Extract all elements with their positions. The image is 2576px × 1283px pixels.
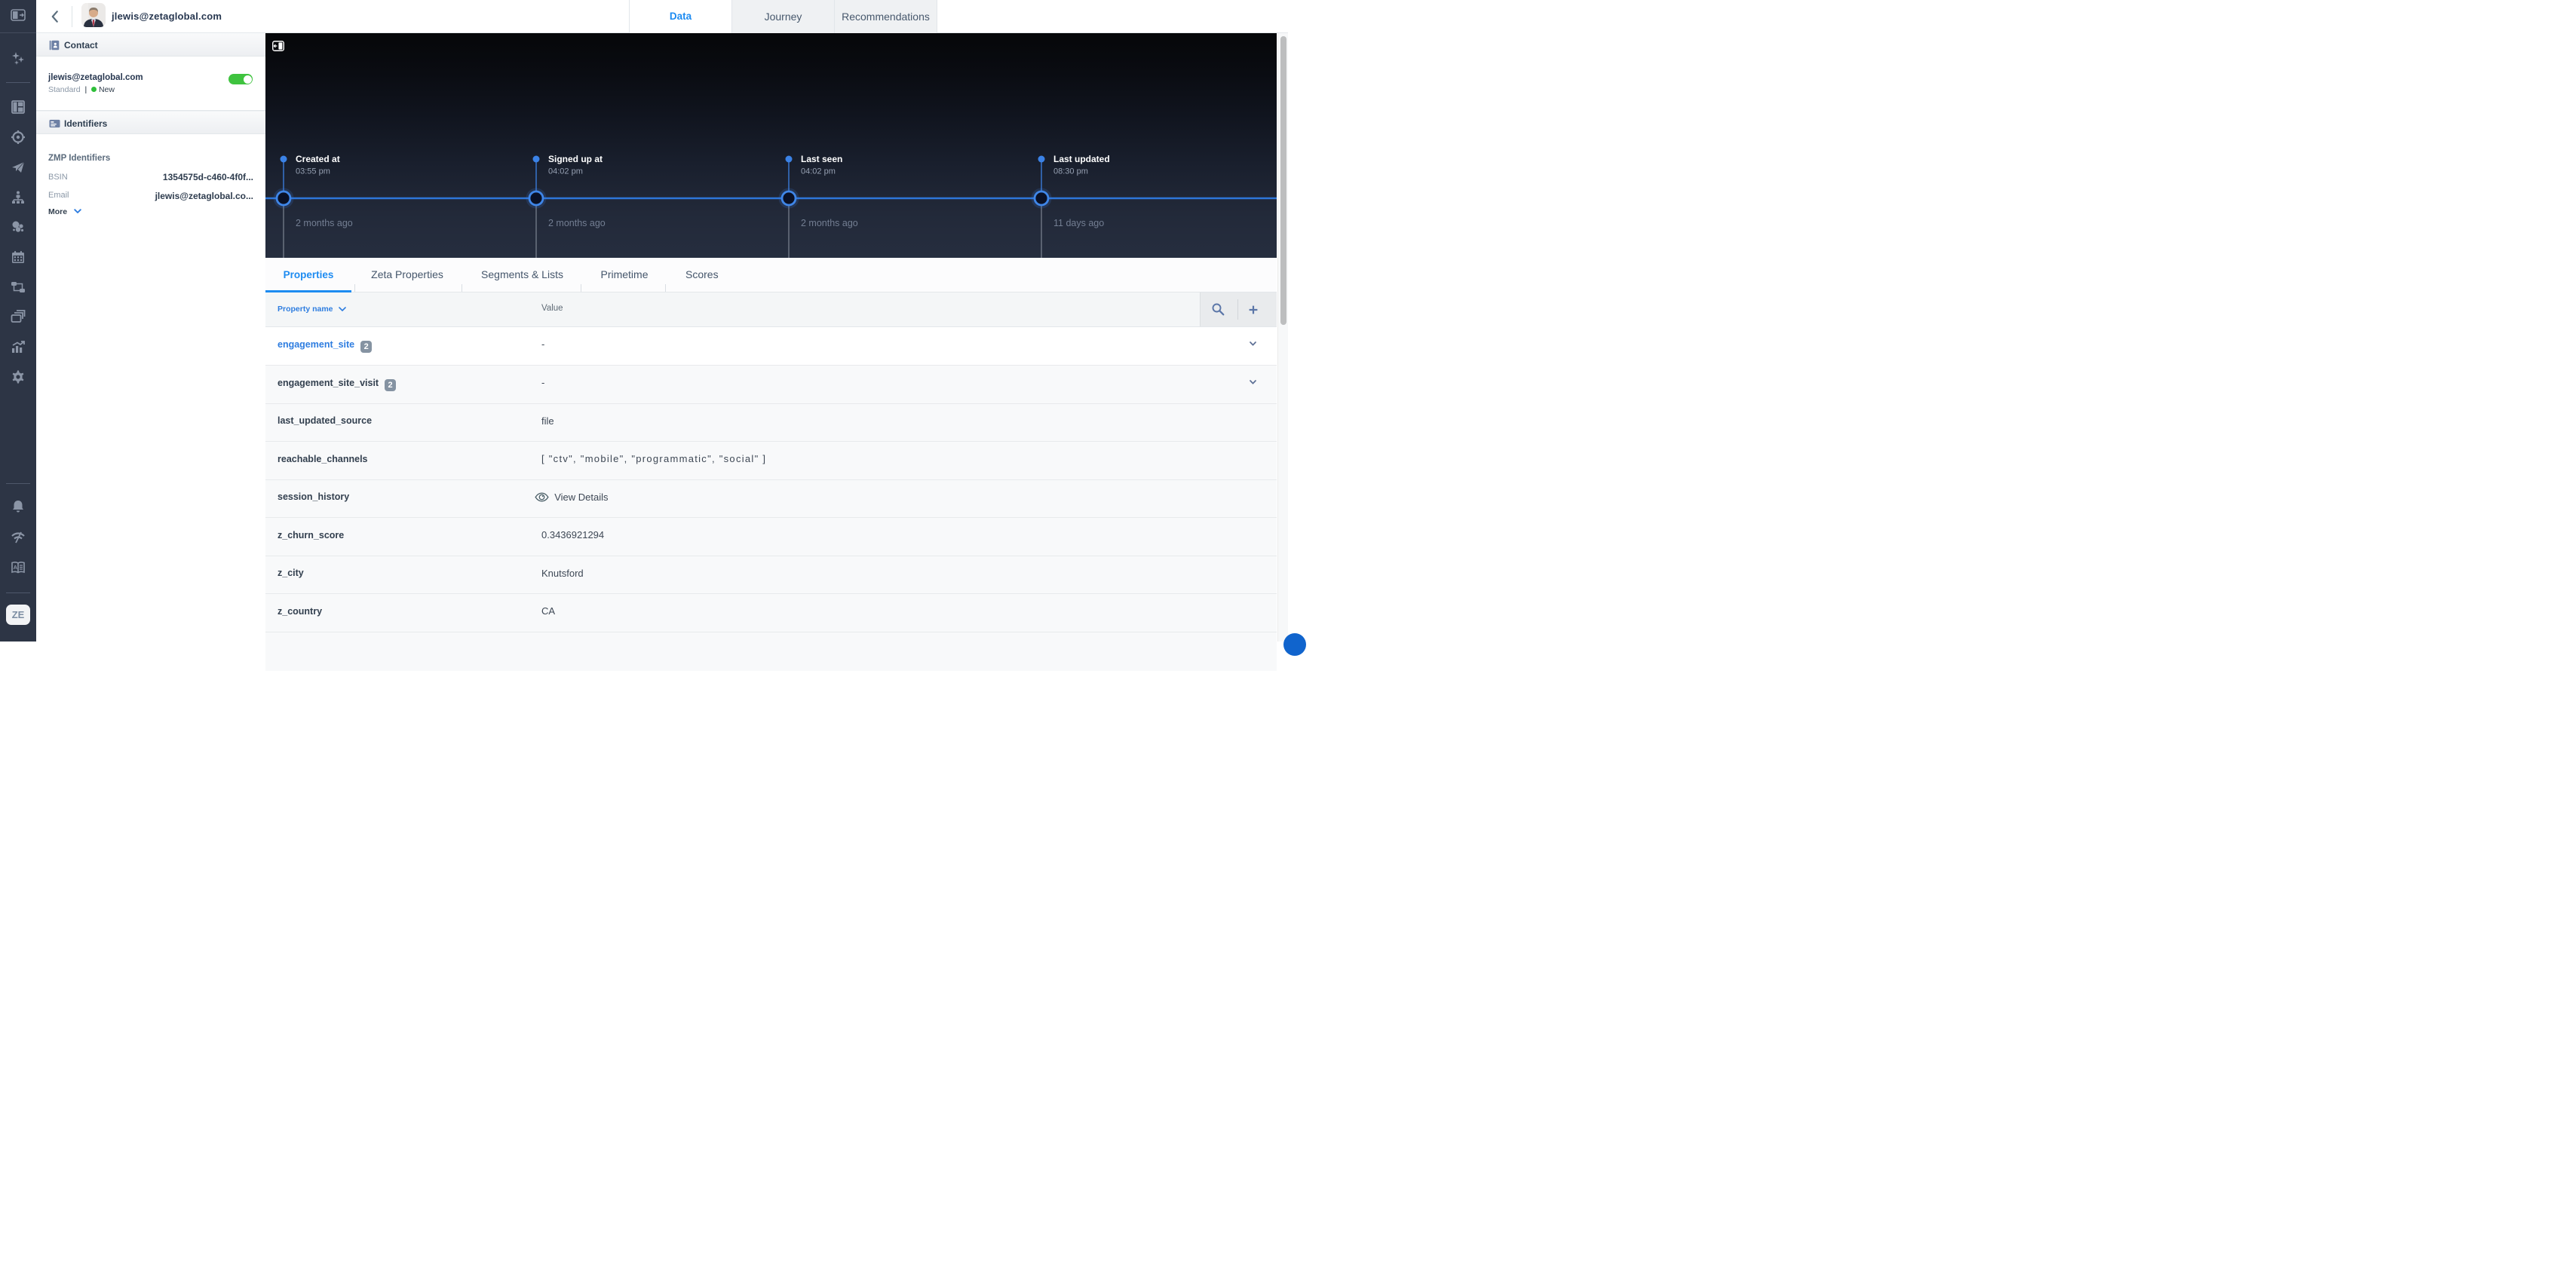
svg-text:03:55 pm: 03:55 pm <box>296 167 330 176</box>
svg-text:04:02 pm: 04:02 pm <box>801 167 836 176</box>
svg-text:Signed up at: Signed up at <box>548 154 603 164</box>
svg-text:2 months ago: 2 months ago <box>548 218 606 228</box>
svg-text:04:02 pm: 04:02 pm <box>548 167 583 176</box>
svg-text:Created at: Created at <box>296 154 340 164</box>
svg-text:Last seen: Last seen <box>801 154 842 164</box>
svg-text:A: A <box>14 564 18 571</box>
svg-text:Last updated: Last updated <box>1053 154 1110 164</box>
svg-text:11 days ago: 11 days ago <box>1053 218 1104 228</box>
svg-text:2 months ago: 2 months ago <box>296 218 353 228</box>
svg-text:08:30 pm: 08:30 pm <box>1053 167 1088 176</box>
svg-text:2 months ago: 2 months ago <box>801 218 858 228</box>
